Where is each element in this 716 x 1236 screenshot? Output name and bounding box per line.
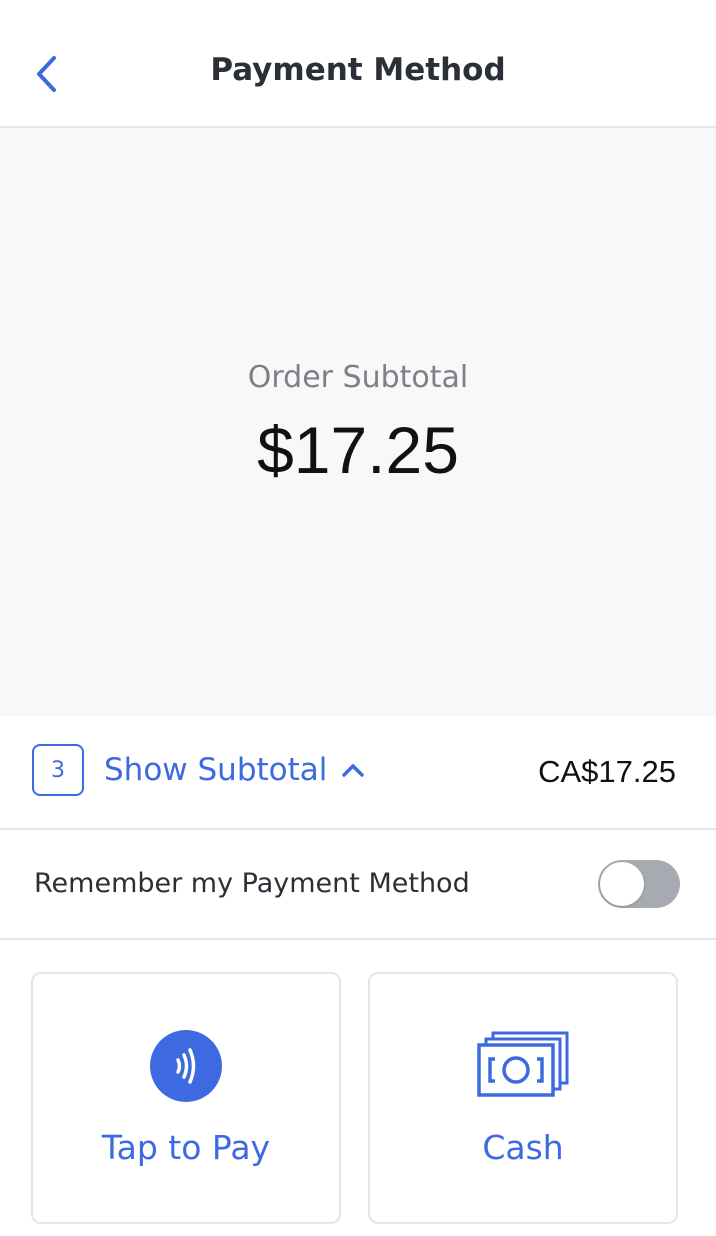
order-subtotal-label: Order Subtotal [247,360,469,395]
subtotal-total: CA$17.25 [538,754,676,789]
page-title: Payment Method [210,52,506,88]
cash-label: Cash [482,1128,564,1167]
chevron-up-icon [342,764,365,777]
subtotal-row: 3 Show Subtotal CA$17.25 [0,716,716,830]
show-subtotal-label: Show Subtotal [104,752,328,788]
remember-payment-toggle[interactable] [598,860,680,908]
contactless-icon [150,1030,222,1102]
header: Payment Method [0,0,716,128]
item-count-badge: 3 [32,744,84,796]
cash-button[interactable]: Cash [368,972,678,1224]
tap-to-pay-button[interactable]: Tap to Pay [31,972,341,1224]
remember-payment-label: Remember my Payment Method [34,868,470,899]
remember-payment-row: Remember my Payment Method [0,830,716,940]
order-subtotal-amount: $17.25 [257,413,459,487]
tap-to-pay-label: Tap to Pay [101,1128,271,1167]
show-subtotal-button[interactable]: Show Subtotal [104,752,365,788]
cash-icon [477,1031,569,1097]
toggle-knob [600,862,644,906]
